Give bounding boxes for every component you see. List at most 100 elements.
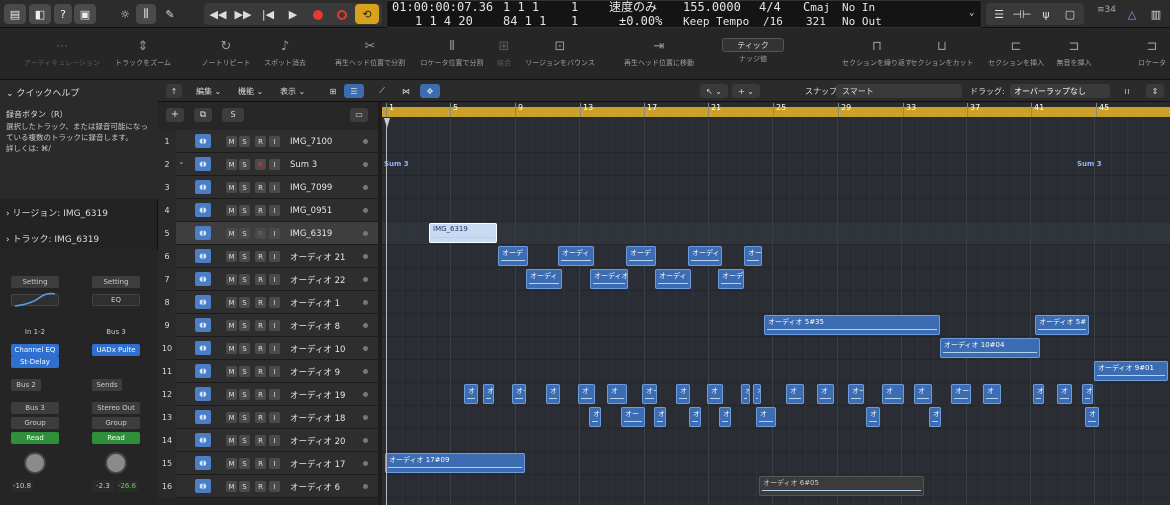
view-menu[interactable]: 表示 ⌄ bbox=[280, 84, 305, 98]
audio-region[interactable]: オ bbox=[756, 407, 776, 427]
functions-menu[interactable]: 機能 ⌄ bbox=[238, 84, 263, 98]
track-name[interactable]: IMG_7100 bbox=[290, 130, 332, 153]
play-button[interactable]: ▶ bbox=[281, 4, 305, 25]
list-view-button[interactable]: ☰ bbox=[344, 84, 364, 98]
track-row[interactable]: 7 ◖◗ M S R I オーディオ 22 bbox=[158, 268, 378, 291]
solo-button[interactable]: S bbox=[239, 412, 250, 423]
audio-track-icon[interactable]: ◖◗ bbox=[195, 203, 211, 217]
audio-track-icon[interactable]: ◖◗ bbox=[195, 341, 211, 355]
track-row[interactable]: 12 ◖◗ M S R I オーディオ 19 bbox=[158, 383, 378, 406]
track-lane[interactable] bbox=[382, 291, 1170, 314]
record-enable-button[interactable]: R bbox=[255, 412, 266, 423]
lcd-display[interactable]: 01:00:00:07.36 1 1 1 1 1 1 4 20 84 1 1 1… bbox=[386, 0, 982, 28]
mute-button[interactable]: M bbox=[226, 159, 237, 170]
audio-region[interactable]: オ bbox=[929, 407, 941, 427]
mute-button[interactable]: M bbox=[226, 343, 237, 354]
audio-region[interactable]: オ bbox=[483, 384, 494, 404]
toolbar-tool-13[interactable]: ⊐ 無音を挿入 bbox=[1029, 38, 1119, 68]
record-enable-button[interactable]: R bbox=[255, 136, 266, 147]
record-enable-button[interactable]: R bbox=[255, 274, 266, 285]
notepad-button[interactable]: ⊣⊢ bbox=[1012, 4, 1032, 25]
smart-controls-button[interactable]: ☼ bbox=[113, 4, 137, 25]
tuner-button[interactable]: ψ bbox=[1036, 4, 1056, 25]
solo-button[interactable]: S bbox=[239, 159, 250, 170]
mute-button[interactable]: M bbox=[226, 251, 237, 262]
solo-button[interactable]: S bbox=[239, 481, 250, 492]
duplicate-track-button[interactable]: ⧉ bbox=[194, 108, 212, 122]
audio-track-icon[interactable]: ◖◗ bbox=[195, 295, 211, 309]
audio-region[interactable]: オ bbox=[786, 384, 804, 404]
input-monitor-button[interactable]: I bbox=[269, 251, 280, 262]
audio-track-icon[interactable]: ◖◗ bbox=[195, 134, 211, 148]
toolbar-tool-0[interactable]: ⋯ アーティキュレーション bbox=[17, 38, 107, 68]
mute-button[interactable]: M bbox=[226, 366, 237, 377]
mute-button[interactable]: M bbox=[226, 274, 237, 285]
track-row[interactable]: 16 ◖◗ M S R I オーディオ 6 bbox=[158, 475, 378, 498]
track-row[interactable]: 6 ◖◗ M S R I オーディオ 21 bbox=[158, 245, 378, 268]
record-enable-button[interactable]: R bbox=[255, 366, 266, 377]
vertical-zoom-button[interactable]: ⇕ bbox=[1146, 84, 1164, 98]
audio-region[interactable]: オーデ bbox=[718, 269, 744, 289]
audio-region[interactable]: オ bbox=[817, 384, 834, 404]
audio-region[interactable]: オ bbox=[607, 384, 627, 404]
quick-help-header[interactable]: ⌄ クイックヘルプ bbox=[0, 86, 158, 99]
inspector-button[interactable]: ◧ bbox=[29, 4, 51, 24]
audio-region[interactable]: オ bbox=[689, 407, 701, 427]
toolbar-tool-1[interactable]: ⇕ トラックをズーム bbox=[98, 38, 188, 68]
automation-mode[interactable]: Read bbox=[92, 432, 140, 444]
plugin-slot-2[interactable]: St-Delay bbox=[11, 356, 59, 368]
mute-button[interactable]: M bbox=[226, 435, 237, 446]
audio-region[interactable]: オー bbox=[642, 384, 657, 404]
track-row[interactable]: 13 ◖◗ M S R I オーディオ 18 bbox=[158, 406, 378, 429]
audio-track-icon[interactable]: ◖◗ bbox=[195, 387, 211, 401]
record-enable-button[interactable]: R bbox=[255, 159, 266, 170]
pointer-tool[interactable]: ↖ ⌄ bbox=[700, 84, 728, 98]
record-enable-button[interactable]: R bbox=[255, 297, 266, 308]
audio-region[interactable]: オ bbox=[1057, 384, 1072, 404]
track-lane[interactable] bbox=[382, 406, 1170, 429]
input-monitor-button[interactable]: I bbox=[269, 320, 280, 331]
automation-button[interactable]: ⟋ bbox=[372, 84, 392, 98]
record-enable-button[interactable]: R bbox=[255, 320, 266, 331]
output-slot[interactable]: Stereo Out bbox=[92, 402, 140, 414]
record-enable-button[interactable]: R bbox=[255, 458, 266, 469]
audio-region[interactable]: オ bbox=[707, 384, 723, 404]
record-enable-button[interactable]: R bbox=[255, 228, 266, 239]
automation-mode[interactable]: Read bbox=[11, 432, 59, 444]
solo-button[interactable]: S bbox=[239, 251, 250, 262]
audio-region[interactable]: オ bbox=[464, 384, 478, 404]
mute-button[interactable]: M bbox=[226, 136, 237, 147]
folder-disclosure-icon[interactable]: ⌄ bbox=[178, 157, 185, 166]
record-enable-button[interactable]: R bbox=[255, 481, 266, 492]
audio-region[interactable]: オーディ bbox=[688, 246, 722, 266]
solo-button[interactable]: S bbox=[239, 343, 250, 354]
audio-track-icon[interactable]: ◖◗ bbox=[195, 157, 211, 171]
track-row[interactable]: 1 ◖◗ M S R I IMG_7100 bbox=[158, 130, 378, 153]
eq-display[interactable]: EQ bbox=[92, 294, 140, 306]
toolbar-tool-7[interactable]: ⊡ リージョンをバウンス bbox=[515, 38, 605, 68]
track-inspector-header[interactable]: › トラック: IMG_6319 bbox=[0, 232, 158, 245]
audio-track-icon[interactable]: ◖◗ bbox=[195, 249, 211, 263]
list-editors-button[interactable]: ☰ bbox=[990, 4, 1008, 25]
audio-region[interactable]: オーデ bbox=[626, 246, 656, 266]
input-monitor-button[interactable]: I bbox=[269, 458, 280, 469]
track-name[interactable]: オーディオ 8 bbox=[290, 314, 340, 337]
audio-region[interactable]: オ bbox=[1033, 384, 1044, 404]
record-enable-button[interactable]: R bbox=[255, 205, 266, 216]
track-row[interactable]: 4 ◖◗ M S R I IMG_0951 bbox=[158, 199, 378, 222]
pan-knob[interactable] bbox=[105, 452, 127, 474]
track-name[interactable]: オーディオ 6 bbox=[290, 475, 340, 498]
cycle-button[interactable]: ⟲ bbox=[355, 4, 379, 24]
go-to-start-button[interactable]: |◀ bbox=[256, 4, 280, 25]
flex-button[interactable]: ⋈ bbox=[396, 84, 416, 98]
input-slot[interactable]: Bus 3 bbox=[92, 326, 140, 338]
setting-button[interactable]: Setting bbox=[11, 276, 59, 288]
track-name[interactable]: オーディオ 18 bbox=[290, 406, 345, 429]
track-lane[interactable] bbox=[382, 130, 1170, 153]
audio-track-icon[interactable]: ◖◗ bbox=[195, 410, 211, 424]
audio-region[interactable]: オ bbox=[914, 384, 932, 404]
mute-button[interactable]: M bbox=[226, 320, 237, 331]
audio-region[interactable]: オーディオ 5#35 bbox=[764, 315, 940, 335]
snap-select[interactable]: スマート bbox=[836, 84, 962, 98]
pencil-tool[interactable]: + ⌄ bbox=[732, 84, 760, 98]
